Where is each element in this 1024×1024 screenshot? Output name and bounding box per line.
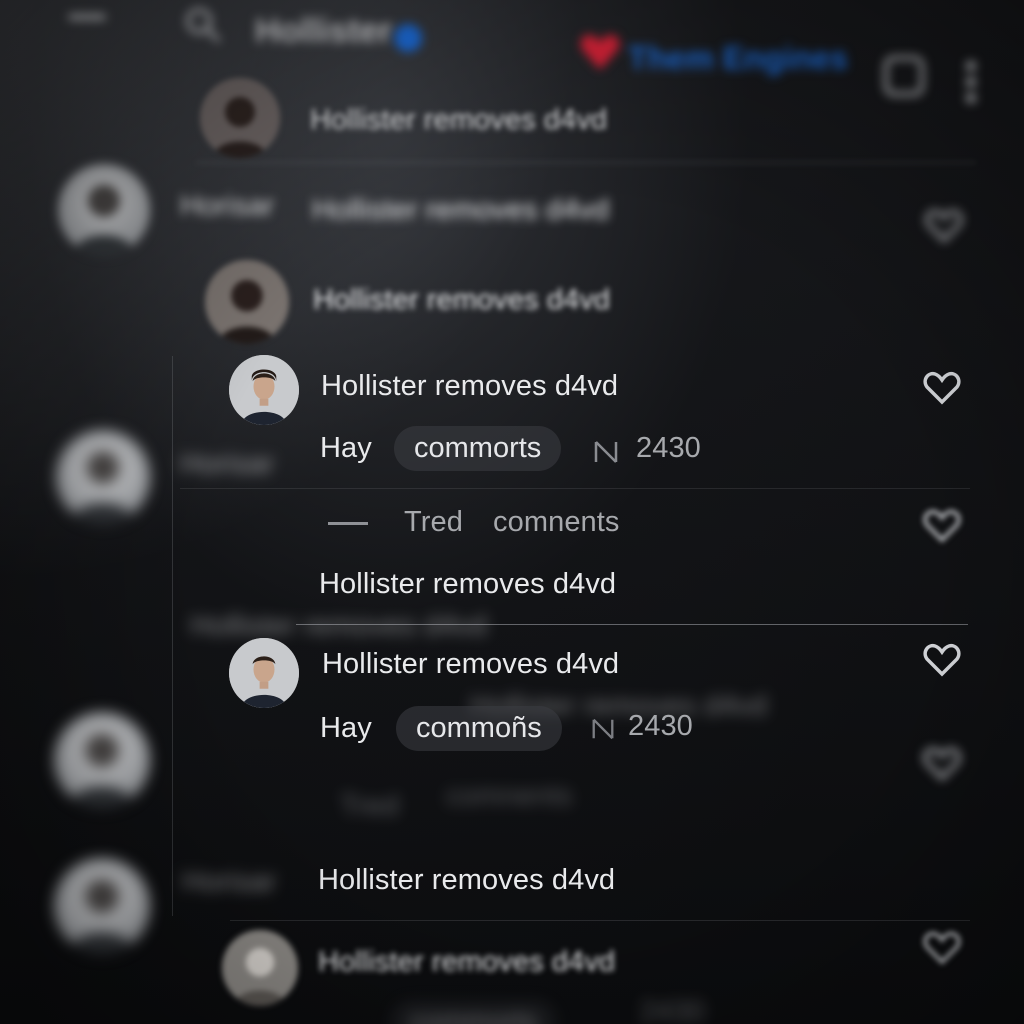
heart-icon[interactable] <box>922 744 962 784</box>
search-icon[interactable] <box>182 4 222 44</box>
comment-count: 2430 <box>636 432 701 464</box>
divider <box>196 162 976 163</box>
thread-comments: comnents <box>446 780 573 812</box>
post-title[interactable]: Hollister removes d4vd <box>322 648 619 681</box>
verified-badge-icon <box>394 24 422 52</box>
comments-pill[interactable]: commorts <box>390 1000 558 1024</box>
avatar <box>54 712 150 808</box>
comments-pill[interactable]: commorts <box>394 426 562 471</box>
post-title[interactable]: Hollister removes d4vd <box>321 370 618 403</box>
feed-row-bg-bottom: Hollister removes d4vd <box>222 930 922 1024</box>
app-screen: Hollister Them Engines Hollister removes… <box>0 0 1024 1024</box>
avatar <box>205 260 289 344</box>
post-title[interactable]: Hollister removes d4vd <box>313 284 610 317</box>
heart-icon[interactable] <box>922 928 962 968</box>
avatar <box>58 164 150 256</box>
feed-row-bg-1: Hollister removes d4vd <box>200 78 980 168</box>
author-avatar[interactable] <box>229 355 299 425</box>
avatar <box>200 78 280 158</box>
thread-label[interactable]: Tred <box>404 506 463 539</box>
like-heart-icon[interactable] <box>922 640 962 680</box>
share-icon[interactable] <box>592 438 620 466</box>
panel-border-left <box>172 356 173 916</box>
feed-row-bg-3: Hollister removes d4vd <box>205 260 985 350</box>
divider <box>230 920 970 921</box>
comments-pill[interactable]: commoñs <box>396 706 562 751</box>
search-query[interactable]: Hollister <box>255 12 392 51</box>
heart-filled-icon[interactable] <box>578 30 622 74</box>
avatar <box>56 430 150 524</box>
share-icon[interactable] <box>590 716 616 742</box>
divider <box>180 488 970 489</box>
post-title: Hollister removes d4vd <box>190 610 488 642</box>
post-title[interactable]: Hollister removes d4vd <box>318 946 615 979</box>
post-title[interactable]: Hollister removes d4vd <box>310 104 607 137</box>
post-title[interactable]: Hollister removes d4vd <box>318 864 615 897</box>
top-bar: Hollister Them Engines <box>0 0 1024 103</box>
back-icon[interactable] <box>68 14 106 20</box>
thread-label: Tred <box>340 790 399 822</box>
post-prefix: Horisar <box>182 866 277 898</box>
thread-comments[interactable]: comnents <box>493 506 620 539</box>
author-avatar[interactable] <box>229 638 299 708</box>
reply-label[interactable]: Hay <box>320 432 372 465</box>
post-title[interactable]: Hollister removes d4vd <box>312 194 609 227</box>
like-heart-icon[interactable] <box>922 368 962 408</box>
heart-icon[interactable] <box>922 506 962 546</box>
avatar <box>222 930 298 1006</box>
comment-count: 2430 <box>628 710 693 742</box>
header-link[interactable]: Them Engines <box>628 40 848 77</box>
avatar <box>54 858 150 954</box>
divider <box>296 624 968 625</box>
post-title[interactable]: Hollister removes d4vd <box>319 568 616 601</box>
comment-count: 2430 <box>640 996 705 1024</box>
feed-row-bg-2: Horisar Hollister removes d4vd <box>58 164 978 256</box>
post-prefix: Horisar <box>180 448 275 480</box>
heart-icon[interactable] <box>924 206 964 246</box>
reply-label[interactable]: Hay <box>320 712 372 745</box>
thread-line-icon <box>328 522 368 525</box>
post-prefix: Horisar <box>180 190 275 222</box>
